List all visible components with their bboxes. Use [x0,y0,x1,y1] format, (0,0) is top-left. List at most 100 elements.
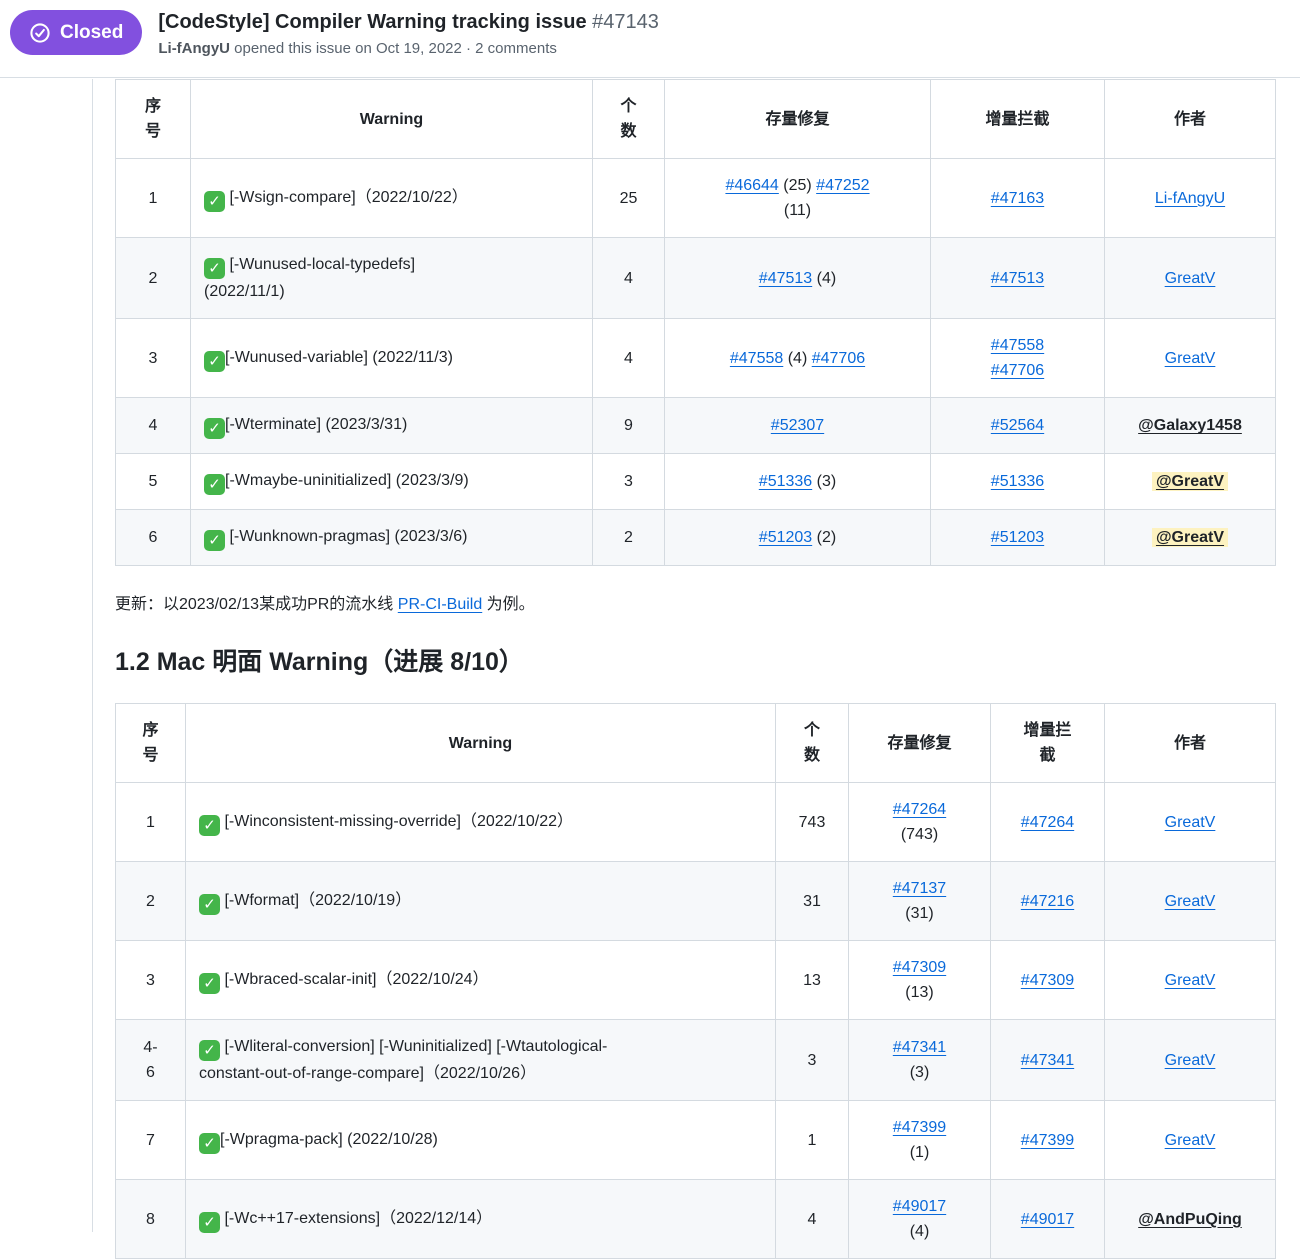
pr-link[interactable]: #47264 [893,801,946,818]
issue-status-badge: Closed [10,10,142,55]
author-cell: @AndPuQing [1105,1180,1276,1259]
index-cell: 7 [116,1101,186,1180]
author-link[interactable]: GreatV [1165,893,1216,910]
table-row: 2✓ [-Wformat]（2022/10/19）31#47137(31)#47… [116,862,1276,941]
index-cell: 4 [116,398,191,454]
index-cell: 4- 6 [116,1020,186,1101]
pr-link[interactable]: #52307 [771,417,824,434]
author-cell: @GreatV [1105,510,1276,566]
warning-text: [-Wunused-local-typedefs] (2022/11/1) [204,256,415,300]
pr-link[interactable]: #52564 [991,417,1044,434]
pr-link[interactable]: #51203 [759,529,812,546]
stock-fix-cell: #47137 (31) [849,862,991,941]
count-text: (25) [779,177,816,194]
author-cell: Li-fAngyU [1105,159,1276,238]
pr-link[interactable]: #47341 [1021,1052,1074,1069]
pr-ci-build-link[interactable]: PR-CI-Build [398,596,482,613]
warning-table-first: 序 号Warning个 数存量修复增量拦截作者 1✓ [-Wsign-compa… [115,79,1276,566]
author-link[interactable]: GreatV [1165,1052,1216,1069]
col-header-stock-fix: 存量修复 [849,704,991,783]
author-link[interactable]: GreatV [1165,350,1216,367]
pr-link[interactable]: #47341 [893,1039,946,1056]
pr-link[interactable]: #47163 [991,190,1044,207]
pr-link[interactable]: #47558 [991,337,1044,354]
mention-link[interactable]: @AndPuQing [1138,1211,1242,1228]
warning-cell: ✓ [-Wformat]（2022/10/19） [186,862,776,941]
col-header-warning: Warning [186,704,776,783]
stock-fix-cell: #51203 (2) [665,510,931,566]
table-row: 6✓ [-Wunknown-pragmas] (2023/3/6)2#51203… [116,510,1276,566]
author-link[interactable]: GreatV [1165,814,1216,831]
count-text: (2) [812,529,836,546]
warning-table-mac: 序 号Warning个 数存量修复增量拦 截作者 1✓ [-Winconsist… [115,703,1276,1259]
issue-author-link[interactable]: Li-fAngyU [158,40,230,57]
increment-block-cell: #49017 [991,1180,1105,1259]
pr-link[interactable]: #47216 [1021,893,1074,910]
pr-link[interactable]: #47558 [730,350,783,367]
check-emoji-icon: ✓ [204,530,225,551]
pr-link[interactable]: #47264 [1021,814,1074,831]
check-emoji-icon: ✓ [204,418,225,439]
pr-link[interactable]: #47706 [812,350,865,367]
increment-block-cell: #47309 [991,941,1105,1020]
pr-link[interactable]: #47309 [1021,972,1074,989]
author-link[interactable]: GreatV [1165,1132,1216,1149]
warning-text: [-Winconsistent-missing-override]（2022/1… [220,813,573,830]
pr-link[interactable]: #49017 [1021,1211,1074,1228]
pr-link[interactable]: #51203 [991,529,1044,546]
index-cell: 1 [116,159,191,238]
stock-fix-cell: #52307 [665,398,931,454]
pr-link[interactable]: #47137 [893,880,946,897]
count-cell: 1 [776,1101,849,1180]
pr-link[interactable]: #47513 [991,270,1044,287]
table-row: 4- 6✓ [-Wliteral-conversion] [-Wuninitia… [116,1020,1276,1101]
warning-cell: ✓ [-Wsign-compare]（2022/10/22） [191,159,593,238]
mention-link[interactable]: @Galaxy1458 [1138,417,1242,434]
count-text: (13) [905,984,933,1001]
issue-header-text: [CodeStyle] Compiler Warning tracking is… [158,8,659,59]
increment-block-cell: #51203 [931,510,1105,566]
pr-link[interactable]: #46644 [725,177,778,194]
stock-fix-cell: #47341(3) [849,1020,991,1101]
author-link[interactable]: GreatV [1165,270,1216,287]
warning-cell: ✓[-Wmaybe-uninitialized] (2023/3/9) [191,454,593,510]
increment-block-cell: #47163 [931,159,1105,238]
warning-text: [-Wliteral-conversion] [-Wuninitialized]… [199,1038,607,1082]
comment-left-border [92,79,93,1232]
pr-link[interactable]: #47706 [991,362,1044,379]
author-link[interactable]: GreatV [1165,972,1216,989]
check-emoji-icon: ✓ [199,1212,220,1233]
mention-link[interactable]: @GreatV [1152,528,1228,547]
col-header-index: 序 号 [116,704,186,783]
update-note-prefix: 更新：以2023/02/13某成功PR的流水线 [115,596,398,613]
pr-link[interactable]: #49017 [893,1198,946,1215]
author-link[interactable]: Li-fAngyU [1155,190,1225,207]
warning-cell: ✓ [-Wbraced-scalar-init]（2022/10/24） [186,941,776,1020]
count-cell: 3 [776,1020,849,1101]
pr-link[interactable]: #47513 [759,270,812,287]
count-text: (31) [905,905,933,922]
author-cell: @GreatV [1105,454,1276,510]
col-header-author: 作者 [1105,704,1276,783]
table-row: 1✓ [-Wsign-compare]（2022/10/22）25#46644 … [116,159,1276,238]
issue-title-text: [CodeStyle] Compiler Warning tracking is… [158,11,586,33]
table-row: 5✓[-Wmaybe-uninitialized] (2023/3/9)3#51… [116,454,1276,510]
issue-title: [CodeStyle] Compiler Warning tracking is… [158,9,659,36]
mention-link[interactable]: @GreatV [1152,472,1228,491]
count-cell: 4 [593,238,665,319]
pr-link[interactable]: #51336 [759,473,812,490]
pr-link[interactable]: #47399 [1021,1132,1074,1149]
pr-link[interactable]: #51336 [991,473,1044,490]
pr-link[interactable]: #47252 [816,177,869,194]
increment-block-cell: #47558 #47706 [931,319,1105,398]
pr-link[interactable]: #47399 [893,1119,946,1136]
increment-block-cell: #51336 [931,454,1105,510]
pr-link[interactable]: #47309 [893,959,946,976]
table-row: 1✓ [-Winconsistent-missing-override]（202… [116,783,1276,862]
stock-fix-cell: #47558 (4) #47706 [665,319,931,398]
count-cell: 13 [776,941,849,1020]
table-row: 3✓ [-Wbraced-scalar-init]（2022/10/24）13#… [116,941,1276,1020]
author-cell: @Galaxy1458 [1105,398,1276,454]
issue-meta: Li-fAngyU opened this issue on Oct 19, 2… [158,38,659,59]
col-header-author: 作者 [1105,80,1276,159]
